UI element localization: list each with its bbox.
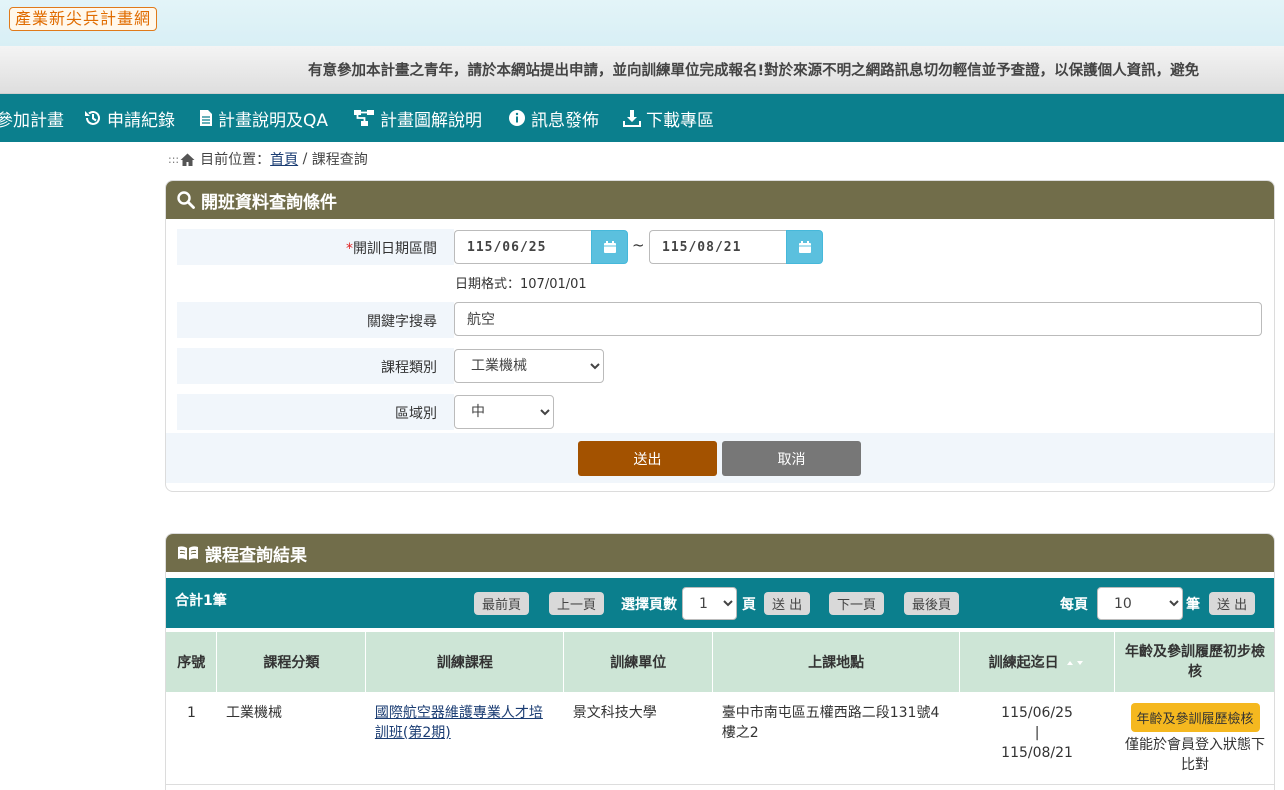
table-row: 1 工業機械 國際航空器維護專業人才培訓班(第2期) 景文科技大學 臺中市南屯區… (166, 692, 1274, 785)
nav-application-records[interactable]: 申請紀錄 (84, 94, 175, 142)
main-nav: 參加計畫 申請紀錄 計畫說明及QA 計畫圖解說明 訊息發佈 下載專區 (0, 94, 1284, 142)
history-icon (85, 110, 100, 125)
breadcrumb-separator: / (298, 151, 312, 167)
date-range-separator: ~ (632, 236, 645, 254)
search-icon (177, 191, 195, 209)
result-total: 合計1筆 (175, 593, 227, 609)
cell-category: 工業機械 (216, 692, 366, 785)
submit-button[interactable]: 送出 (578, 441, 717, 476)
breadcrumb: ::: 目前位置： 首頁 / 課程查詢 (168, 149, 368, 169)
breadcrumb-home-link[interactable]: 首頁 (270, 149, 298, 169)
results-table: 序號 課程分類 訓練課程 訓練單位 上課地點 訓練起迄日 年齡及參訓履歷初步檢核… (166, 632, 1274, 785)
date-separator: | (1034, 725, 1040, 741)
per-page-unit-label: 筆 (1186, 597, 1200, 613)
region-select[interactable]: 中 (454, 395, 554, 429)
pagination-bar: 合計1筆 最前頁 上一頁 選擇頁數 1 頁 送 出 下一頁 最後頁 每頁 10 … (166, 578, 1274, 628)
site-logo[interactable]: 產業新尖兵計畫網 (9, 7, 158, 31)
date-start-group (454, 230, 628, 264)
keyword-input[interactable] (454, 302, 1262, 336)
page-select[interactable]: 1 (682, 587, 737, 620)
eligibility-check-button[interactable]: 年齡及參訓履歷檢核 (1130, 703, 1260, 732)
date-format-hint: 日期格式：107/01/01 (455, 277, 587, 292)
date-end-group (649, 230, 823, 264)
nav-join-plan[interactable]: 參加計畫 (0, 94, 64, 142)
page-unit-label: 頁 (742, 597, 756, 613)
cancel-button[interactable]: 取消 (722, 441, 861, 476)
nav-news[interactable]: 訊息發佈 (508, 94, 599, 142)
col-dates[interactable]: 訓練起迄日 (959, 632, 1116, 692)
region-label-cell: 區域別 (177, 394, 454, 430)
cell-dates: 115/06/25 | 115/08/21 (959, 692, 1115, 785)
required-mark: * (346, 241, 353, 257)
col-unit: 訓練單位 (563, 632, 714, 692)
cell-course: 國際航空器維護專業人才培訓班(第2期) (365, 692, 564, 785)
col-category: 課程分類 (216, 632, 367, 692)
calendar-icon (603, 241, 616, 253)
breadcrumb-prefix: ::: (168, 152, 180, 166)
course-link[interactable]: 國際航空器維護專業人才培訓班(第2期) (375, 705, 543, 741)
col-location: 上課地點 (712, 632, 961, 692)
nav-plan-diagram[interactable]: 計畫圖解說明 (353, 94, 482, 142)
category-label-cell: 課程類別 (177, 348, 454, 384)
col-no: 序號 (166, 632, 218, 692)
results-panel-title: 課程查詢結果 (205, 545, 307, 566)
per-page-go-button[interactable]: 送 出 (1209, 592, 1256, 615)
region-label: 區域別 (395, 406, 437, 422)
results-panel-header: 課程查詢結果 (166, 534, 1274, 572)
results-header-row: 序號 課程分類 訓練課程 訓練單位 上課地點 訓練起迄日 年齡及參訓履歷初步檢核 (166, 632, 1274, 692)
category-select[interactable]: 工業機械 (454, 349, 604, 383)
search-panel-header: 開班資料查詢條件 (166, 181, 1274, 219)
cell-location: 臺中市南屯區五權西路二段131號4樓之2 (712, 692, 960, 785)
nav-downloads[interactable]: 下載專區 (623, 94, 714, 142)
next-page-button[interactable]: 下一頁 (829, 592, 885, 615)
info-icon (509, 110, 525, 126)
per-page-select[interactable]: 10 (1097, 587, 1183, 620)
per-page-label: 每頁 (1060, 597, 1088, 613)
first-page-button[interactable]: 最前頁 (474, 592, 530, 615)
prev-page-button[interactable]: 上一頁 (549, 592, 605, 615)
keyword-label: 關鍵字搜尋 (367, 314, 437, 330)
nav-plan-qa[interactable]: 計畫說明及QA (199, 94, 328, 142)
date-end-calendar-button[interactable] (786, 230, 823, 264)
col-check: 年齡及參訓履歷初步檢核 (1114, 632, 1274, 692)
top-header: 產業新尖兵計畫網 (0, 0, 1284, 46)
col-course: 訓練課程 (365, 632, 565, 692)
calendar-icon (798, 241, 811, 253)
cell-check: 年齡及參訓履歷檢核 僅能於會員登入狀態下比對 (1114, 692, 1274, 785)
download-icon (623, 110, 641, 127)
book-icon (178, 546, 198, 560)
date-start-input[interactable] (454, 230, 591, 264)
keyword-label-cell: 關鍵字搜尋 (177, 302, 454, 338)
search-button-bar: 送出 取消 (166, 433, 1274, 483)
announcement-marquee: 有意參加本計畫之青年，請於本網站提出申請，並向訓練單位完成報名!對於來源不明之網… (0, 46, 1284, 94)
sort-icon (1066, 661, 1083, 665)
cell-unit: 景文科技大學 (563, 692, 713, 785)
date-range-label-cell: *開訓日期區間 (177, 229, 454, 265)
home-icon (180, 153, 195, 166)
search-panel-title: 開班資料查詢條件 (201, 192, 337, 213)
breadcrumb-current: 課程查詢 (311, 152, 368, 168)
document-icon (200, 110, 212, 126)
category-label: 課程類別 (381, 360, 437, 376)
date-start-calendar-button[interactable] (591, 230, 628, 264)
results-panel: 課程查詢結果 合計1筆 最前頁 上一頁 選擇頁數 1 頁 送 出 下一頁 最後頁… (165, 533, 1275, 790)
sitemap-icon (354, 110, 374, 126)
breadcrumb-label: 目前位置： (200, 152, 271, 168)
last-page-button[interactable]: 最後頁 (904, 592, 960, 615)
search-panel: 開班資料查詢條件 *開訓日期區間 ~ 日期格式：107/01/01 關鍵字搜尋 … (165, 180, 1275, 492)
end-date: 115/08/21 (1001, 745, 1073, 761)
check-note: 僅能於會員登入狀態下比對 (1125, 737, 1266, 773)
page-go-button[interactable]: 送 出 (764, 592, 811, 615)
select-page-label: 選擇頁數 (621, 597, 677, 613)
cell-no: 1 (166, 692, 217, 785)
marquee-text: 有意參加本計畫之青年，請於本網站提出申請，並向訓練單位完成報名!對於來源不明之網… (308, 63, 1200, 79)
start-date: 115/06/25 (1001, 705, 1073, 721)
date-range-label: 開訓日期區間 (353, 241, 437, 257)
date-end-input[interactable] (649, 230, 786, 264)
